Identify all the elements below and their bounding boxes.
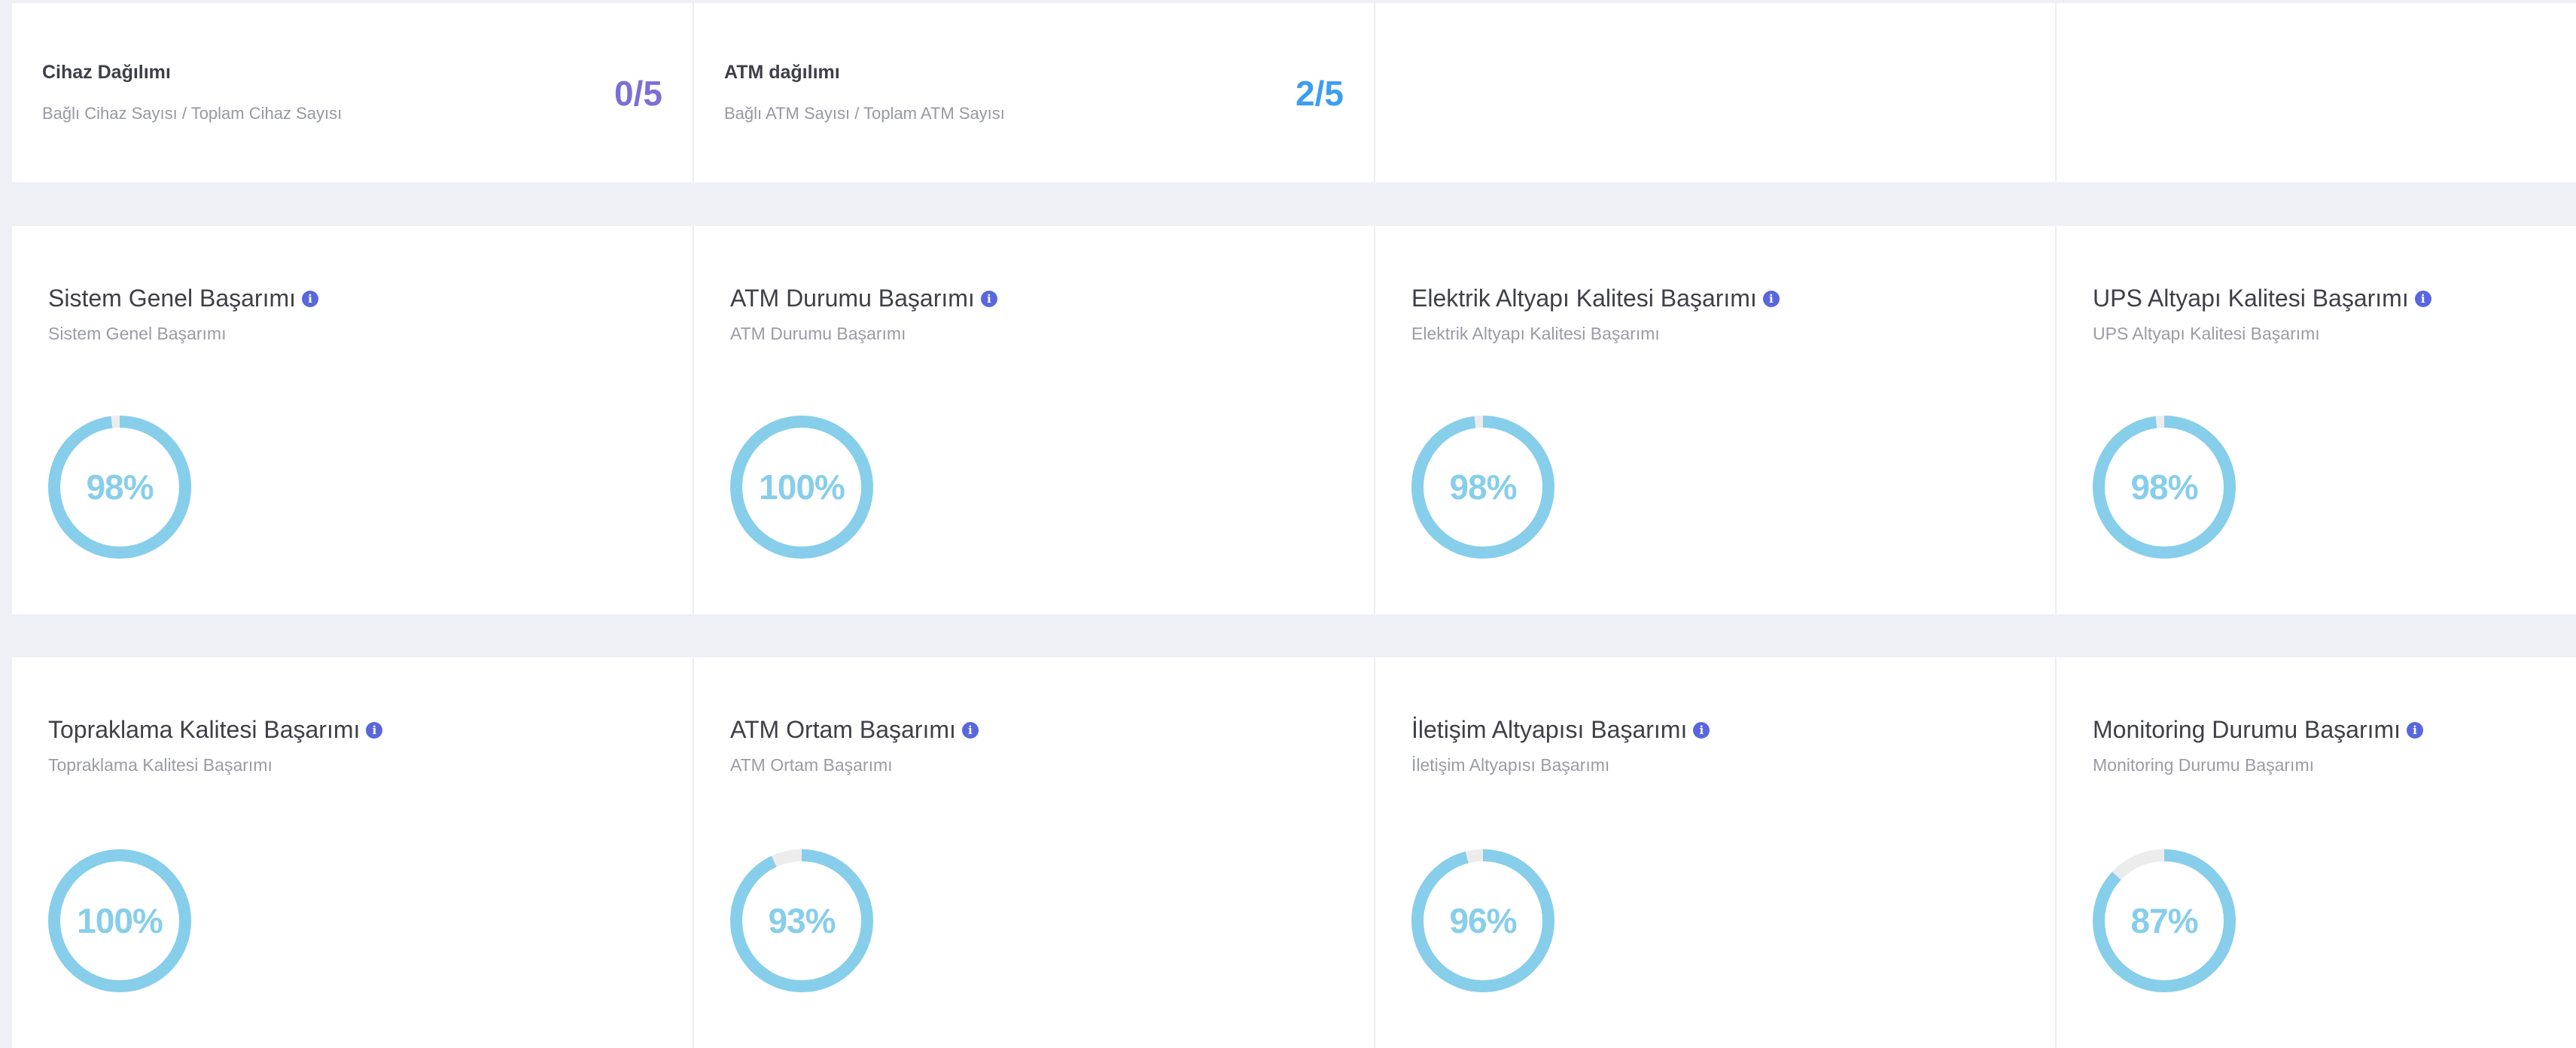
perf-title: UPS Altyapı Kalitesi Başarımı i	[2093, 285, 2431, 312]
perf-widget-electric: Elektrik Altyapı Kalitesi Başarımı i Elek…	[1374, 226, 2055, 614]
progress-ring: 100%	[730, 408, 873, 566]
progress-ring: 96%	[1411, 842, 1554, 1000]
perf-title: Topraklama Kalitesi Başarımı i	[48, 716, 383, 744]
stat-subtitle: Bağlı Cihaz Sayısı / Toplam Cihaz Sayısı	[42, 104, 343, 123]
perf-subtitle: Sistem Genel Başarımı	[48, 324, 227, 343]
stat-value: 2/5	[1296, 74, 1344, 113]
info-icon[interactable]: i	[980, 290, 997, 307]
perf-widget-monitoring: Monitoring Durumu Başarımı i Monitoring D…	[2055, 657, 2576, 1048]
stat-widget-empty	[1374, 3, 2055, 182]
perf-title: İletişim Altyapısı Başarımı i	[1411, 716, 1710, 744]
stat-widget-empty	[2055, 3, 2576, 182]
perf-widget-atm-status: ATM Durumu Başarımı i ATM Durumu Başarımı…	[693, 226, 1374, 614]
info-icon[interactable]: i	[961, 721, 979, 739]
perf-subtitle: Topraklama Kalitesi Başarımı	[48, 755, 273, 775]
perf-subtitle: Monitoring Durumu Başarımı	[2093, 755, 2314, 775]
info-icon[interactable]: i	[1762, 290, 1780, 307]
perf-widget-grounding: Topraklama Kalitesi Başarımı i Topraklama…	[12, 657, 693, 1048]
perf-title: ATM Durumu Başarımı i	[730, 285, 997, 312]
perf-title: Sistem Genel Başarımı i	[48, 285, 318, 312]
progress-ring: 87%	[2093, 842, 2236, 1000]
perf-widget-ups: UPS Altyapı Kalitesi Başarımı i UPS Altya…	[2055, 226, 2576, 614]
perf-subtitle: UPS Altyapı Kalitesi Başarımı	[2093, 324, 2320, 343]
perf-widget-system-general: Sistem Genel Başarımı i Sistem Genel Başa…	[12, 226, 693, 614]
stat-widget-atm: ATM dağılımı Bağlı ATM Sayısı / Toplam A…	[693, 3, 1374, 182]
progress-label: 98%	[1449, 468, 1517, 507]
progress-label: 93%	[768, 901, 836, 940]
perf-subtitle: İletişim Altyapısı Başarımı	[1411, 755, 1610, 775]
progress-label: 100%	[77, 901, 163, 940]
info-icon[interactable]: i	[2414, 290, 2431, 307]
info-icon[interactable]: i	[302, 290, 318, 307]
perf-title: Elektrik Altyapı Kalitesi Başarımı i	[1411, 285, 1780, 312]
info-icon[interactable]: i	[2407, 721, 2424, 739]
perf-title: Monitoring Durumu Başarımı i	[2093, 716, 2424, 744]
stat-title: Cihaz Dağılımı	[42, 62, 171, 83]
stat-title: ATM dağılımı	[724, 62, 840, 83]
stats-row: Cihaz Dağılımı Bağlı Cihaz Sayısı / Topl…	[12, 3, 2576, 182]
stat-subtitle: Bağlı ATM Sayısı / Toplam ATM Sayısı	[724, 104, 1005, 123]
progress-label: 100%	[759, 468, 845, 507]
progress-ring: 93%	[730, 842, 873, 1000]
perf-widget-communication: İletişim Altyapısı Başarımı i İletişim Al…	[1374, 657, 2055, 1048]
perf-subtitle: ATM Ortam Başarımı	[730, 755, 893, 775]
progress-ring: 98%	[1411, 408, 1554, 566]
perf-subtitle: Elektrik Altyapı Kalitesi Başarımı	[1411, 324, 1660, 343]
info-icon[interactable]: i	[1693, 721, 1710, 739]
performance-row-2: Topraklama Kalitesi Başarımı i Topraklama…	[12, 657, 2576, 1048]
progress-label: 98%	[86, 468, 154, 507]
stat-value: 0/5	[614, 74, 662, 113]
perf-widget-atm-environment: ATM Ortam Başarımı i ATM Ortam Başarımı 9…	[693, 657, 1374, 1048]
progress-label: 87%	[2130, 901, 2198, 940]
info-icon[interactable]: i	[366, 721, 383, 739]
perf-subtitle: ATM Durumu Başarımı	[730, 324, 906, 343]
performance-row-1: Sistem Genel Başarımı i Sistem Genel Başa…	[12, 226, 2576, 614]
stat-widget-device: Cihaz Dağılımı Bağlı Cihaz Sayısı / Topl…	[12, 3, 693, 182]
progress-label: 96%	[1449, 901, 1517, 940]
progress-ring: 100%	[48, 842, 191, 1000]
progress-ring: 98%	[48, 408, 191, 566]
progress-ring: 98%	[2093, 408, 2236, 566]
progress-label: 98%	[2130, 468, 2198, 507]
perf-title: ATM Ortam Başarımı i	[730, 716, 979, 744]
